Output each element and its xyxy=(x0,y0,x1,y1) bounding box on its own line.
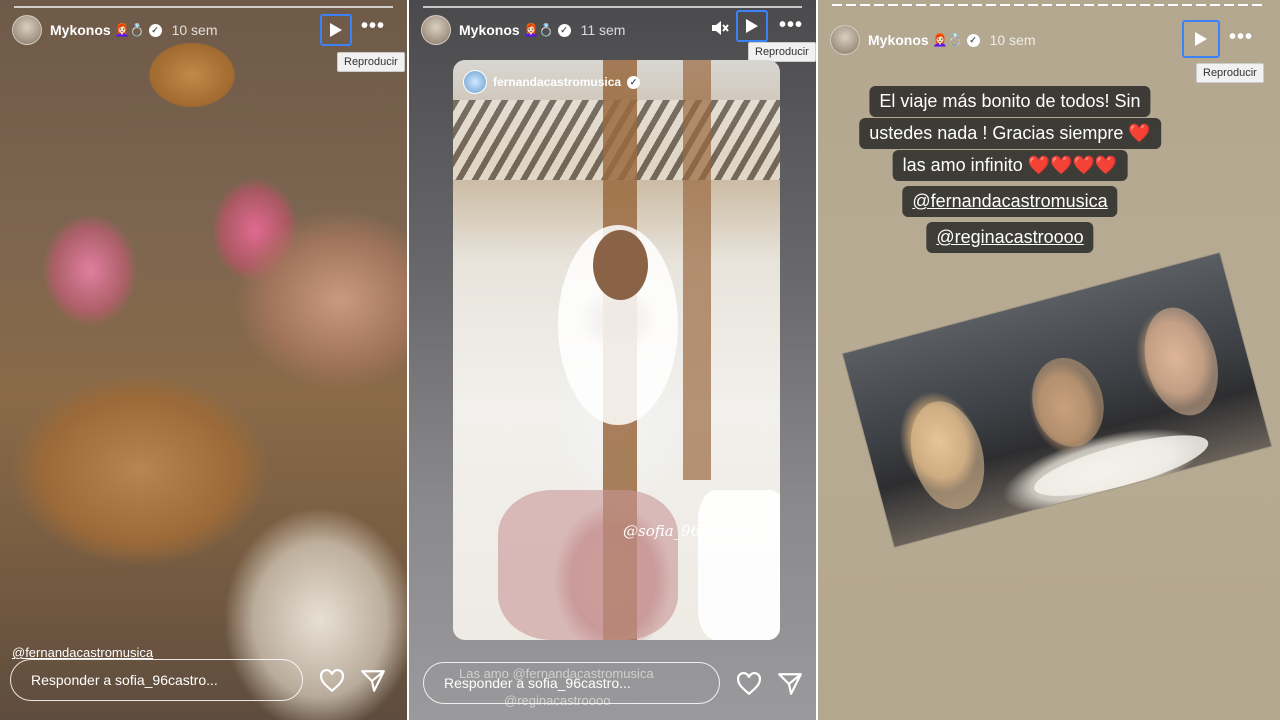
reply-placeholder: Responder a sofia_96castro... xyxy=(444,675,631,691)
caption-line-3: las amo infinito ❤️❤️❤️❤️ xyxy=(892,150,1128,181)
send-icon[interactable] xyxy=(360,668,386,694)
inner-username: fernandacastromusica xyxy=(493,75,622,89)
play-button[interactable] xyxy=(320,14,352,46)
hair xyxy=(593,230,648,300)
send-icon[interactable] xyxy=(777,671,803,697)
story-header: Mykonos 👩🏻‍🦰💍 ✓ 10 sem xyxy=(12,14,218,46)
heart-icon[interactable] xyxy=(319,668,345,694)
reply-input[interactable]: Responder a sofia_96castro... xyxy=(423,662,720,704)
person xyxy=(1022,349,1114,455)
story-age: 11 sem xyxy=(580,22,626,38)
play-icon xyxy=(330,23,342,37)
reply-placeholder: Responder a sofia_96castro... xyxy=(31,672,218,688)
striped-pants xyxy=(498,490,678,640)
mention-text: @reginacastroooo xyxy=(936,227,1084,247)
verified-icon: ✓ xyxy=(627,75,641,89)
caption-line-2: ustedes nada ! Gracias siempre ❤️ xyxy=(859,118,1161,149)
story-panel-2[interactable]: Mykonos 👩🏻‍🦰💍 ✓ 11 sem ••• Reproducir fe… xyxy=(409,0,816,720)
heart-icon[interactable] xyxy=(736,671,762,697)
story-progress xyxy=(832,4,1266,6)
avatar[interactable] xyxy=(12,15,42,45)
story-header: Mykonos 👩🏻‍🦰💍 ✓ 10 sem xyxy=(830,24,1036,56)
username[interactable]: Mykonos 👩🏻‍🦰💍 ✓ xyxy=(459,22,571,38)
inner-story-user[interactable]: fernandacastromusica ✓ xyxy=(463,70,641,94)
username-text: Mykonos xyxy=(459,22,520,38)
play-tooltip: Reproducir xyxy=(748,42,816,62)
more-icon[interactable]: ••• xyxy=(779,14,803,37)
caption-line-1: El viaje más bonito de todos! Sin xyxy=(869,86,1151,117)
shared-story-media[interactable]: fernandacastromusica ✓ @sofia_96castro xyxy=(453,60,780,640)
username-emojis: 👩🏻‍🦰💍 xyxy=(114,23,145,37)
play-icon xyxy=(746,19,758,33)
person xyxy=(1133,299,1230,424)
story-age: 10 sem xyxy=(989,32,1036,48)
verified-icon: ✓ xyxy=(148,23,162,37)
username-text: Mykonos xyxy=(50,22,111,38)
avatar xyxy=(463,70,487,94)
mention-text: @fernandacastromusica xyxy=(912,191,1108,211)
play-icon xyxy=(1195,32,1207,46)
story-age: 10 sem xyxy=(171,22,218,38)
story-header: Mykonos 👩🏻‍🦰💍 ✓ 11 sem xyxy=(421,14,625,46)
play-tooltip: Reproducir xyxy=(1196,63,1264,83)
username-emojis: 👩🏻‍🦰💍 xyxy=(523,23,554,37)
story-progress xyxy=(423,6,802,8)
username[interactable]: Mykonos 👩🏻‍🦰💍 ✓ xyxy=(50,22,162,38)
story-panel-1[interactable]: Mykonos 👩🏻‍🦰💍 ✓ 10 sem ••• Reproducir @f… xyxy=(0,0,407,720)
mute-icon[interactable] xyxy=(710,18,730,38)
username[interactable]: Mykonos 👩🏻‍🦰💍 ✓ xyxy=(868,32,980,48)
mention-overlay[interactable]: @fernandacastromusica xyxy=(12,645,153,660)
mention-tag[interactable]: @sofia_96castro xyxy=(623,522,748,540)
play-button[interactable] xyxy=(1182,20,1220,58)
verified-icon: ✓ xyxy=(966,33,980,47)
caption-mention-2[interactable]: @reginacastroooo xyxy=(926,222,1094,253)
reply-input[interactable]: Responder a sofia_96castro... xyxy=(10,659,303,701)
play-tooltip: Reproducir xyxy=(337,52,405,72)
more-icon[interactable]: ••• xyxy=(1229,26,1253,49)
story-progress xyxy=(14,6,393,8)
person xyxy=(899,393,996,518)
avatar[interactable] xyxy=(830,25,860,55)
verified-icon: ✓ xyxy=(557,23,571,37)
caption-mention-1[interactable]: @fernandacastromusica xyxy=(902,186,1118,217)
username-emojis: 👩🏻‍🦰💍 xyxy=(932,33,963,47)
username-text: Mykonos xyxy=(868,32,929,48)
cushion xyxy=(698,490,780,640)
wooden-beam xyxy=(683,60,711,480)
play-button[interactable] xyxy=(736,10,768,42)
more-icon[interactable]: ••• xyxy=(361,15,385,38)
avatar[interactable] xyxy=(421,15,451,45)
